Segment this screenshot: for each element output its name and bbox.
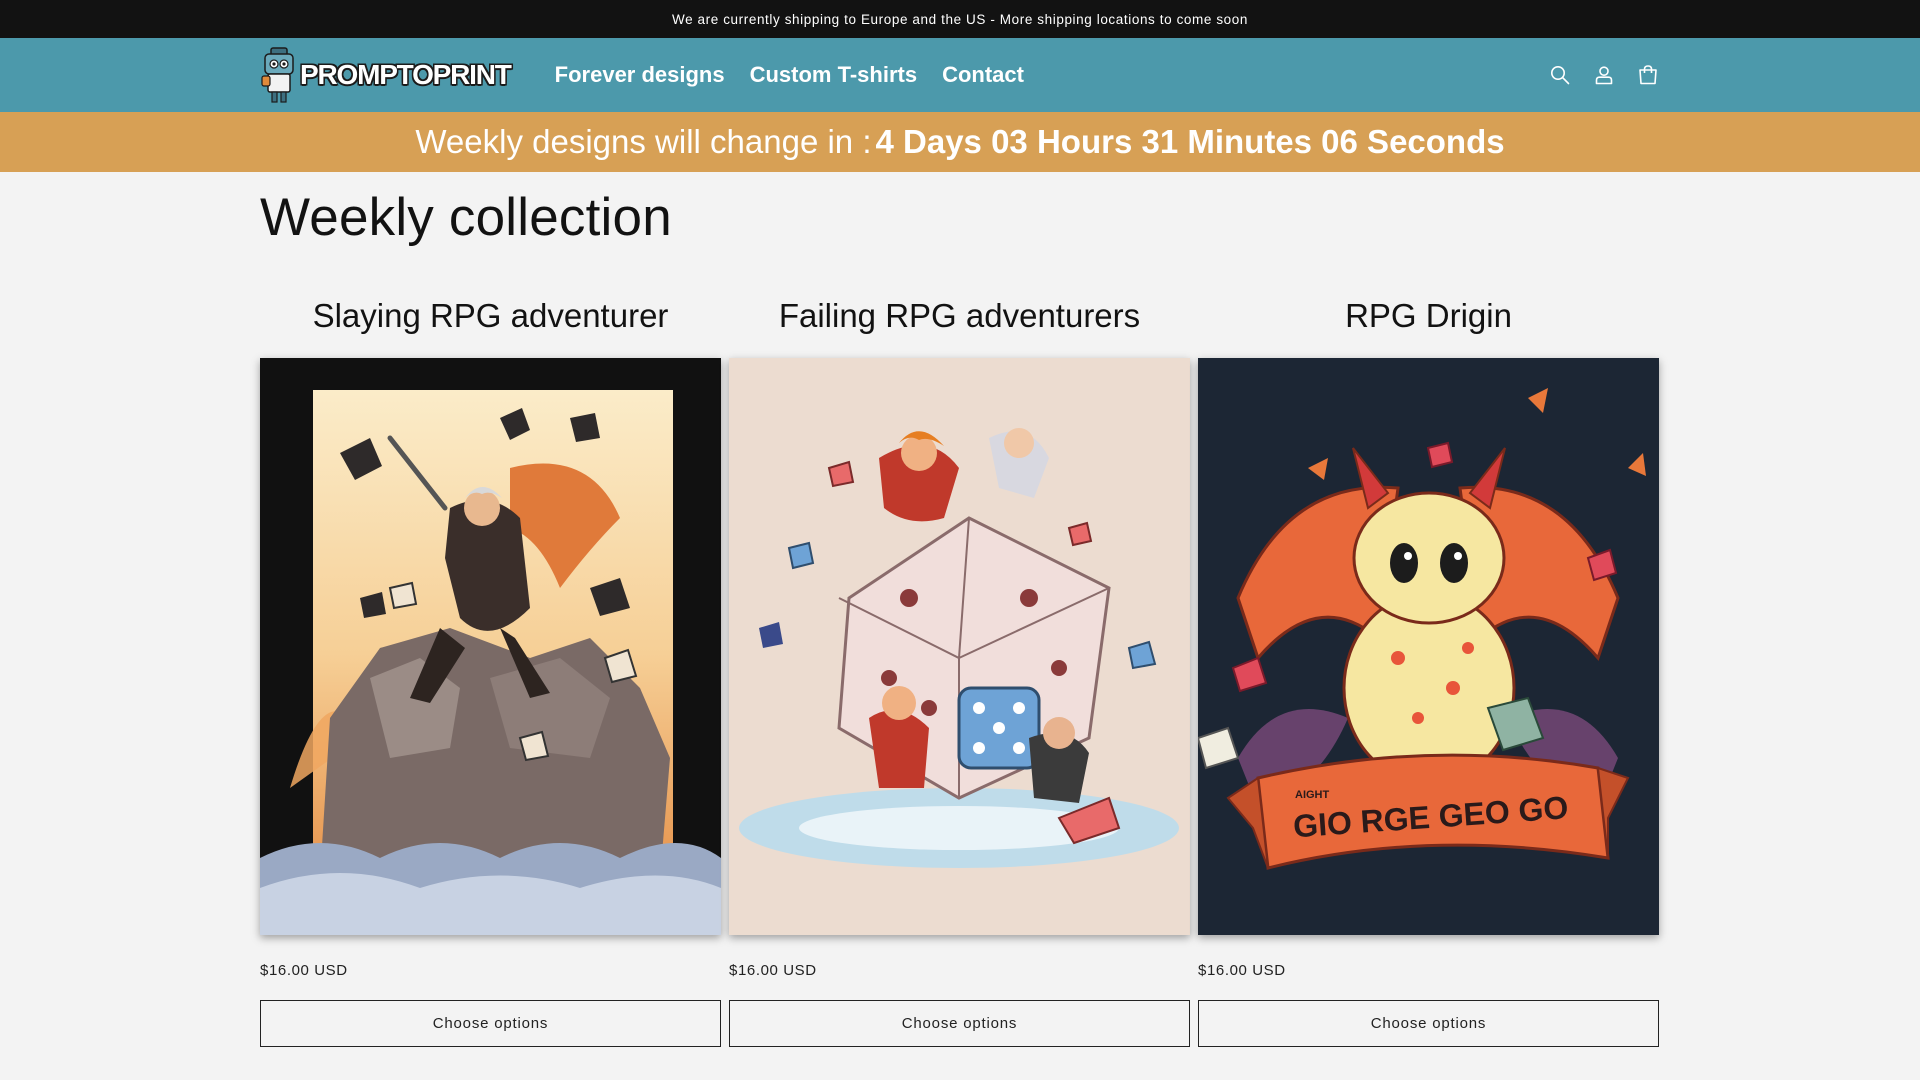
product-image[interactable] bbox=[260, 358, 721, 935]
announcement-bar: We are currently shipping to Europe and … bbox=[0, 0, 1920, 38]
page-title: Weekly collection bbox=[260, 188, 672, 247]
nav-link-contact[interactable]: Contact bbox=[942, 62, 1024, 88]
account-icon[interactable] bbox=[1592, 63, 1616, 87]
site-logo[interactable]: PROMPTOPRINT bbox=[260, 45, 512, 105]
nav-link-forever-designs[interactable]: Forever designs bbox=[555, 62, 725, 88]
choose-options-button[interactable]: Choose options bbox=[729, 1000, 1190, 1047]
product-price: $16.00 USD bbox=[260, 962, 348, 979]
product-price: $16.00 USD bbox=[729, 962, 817, 979]
product-banner-small-text: AIGHT bbox=[1295, 789, 1330, 801]
product-image[interactable] bbox=[729, 358, 1190, 935]
product-price: $16.00 USD bbox=[1198, 962, 1286, 979]
nav-link-custom-tshirts[interactable]: Custom T-shirts bbox=[750, 62, 917, 88]
product-card: Failing RPG adventurers $16.00 USD Choos… bbox=[729, 294, 1190, 1047]
product-grid: Slaying RPG adventurer $16.00 USD Choose… bbox=[260, 294, 1660, 1047]
main-content: Weekly collection Slaying RPG adventurer bbox=[260, 172, 1660, 1047]
header-icons bbox=[1528, 63, 1660, 87]
site-header: PROMPTOPRINT Forever designs Custom T-sh… bbox=[0, 38, 1920, 112]
main-nav: Forever designs Custom T-shirts Contact bbox=[555, 62, 1049, 88]
choose-options-button[interactable]: Choose options bbox=[1198, 1000, 1659, 1047]
countdown-label: Weekly designs will change in : bbox=[415, 123, 872, 160]
choose-options-button[interactable]: Choose options bbox=[260, 1000, 721, 1047]
product-title[interactable]: RPG Drigin bbox=[1198, 294, 1659, 358]
search-icon[interactable] bbox=[1548, 63, 1572, 87]
announcement-text: We are currently shipping to Europe and … bbox=[671, 11, 1249, 27]
product-title[interactable]: Slaying RPG adventurer bbox=[260, 294, 721, 358]
product-card: RPG Drigin AIGHT GIO RGE GEO GO $16.00 U… bbox=[1198, 294, 1659, 1047]
countdown-banner: Weekly designs will change in : 4 Days 0… bbox=[0, 112, 1920, 172]
product-card: Slaying RPG adventurer $16.00 USD Choose… bbox=[260, 294, 721, 1047]
logo-wordmark: PROMPTOPRINT bbox=[300, 59, 512, 90]
cart-icon[interactable] bbox=[1636, 63, 1660, 87]
product-image[interactable]: AIGHT GIO RGE GEO GO bbox=[1198, 358, 1659, 935]
robot-mascot-icon bbox=[261, 47, 294, 103]
product-title[interactable]: Failing RPG adventurers bbox=[729, 294, 1190, 358]
countdown-value: 4 Days 03 Hours 31 Minutes 06 Seconds bbox=[875, 123, 1505, 160]
